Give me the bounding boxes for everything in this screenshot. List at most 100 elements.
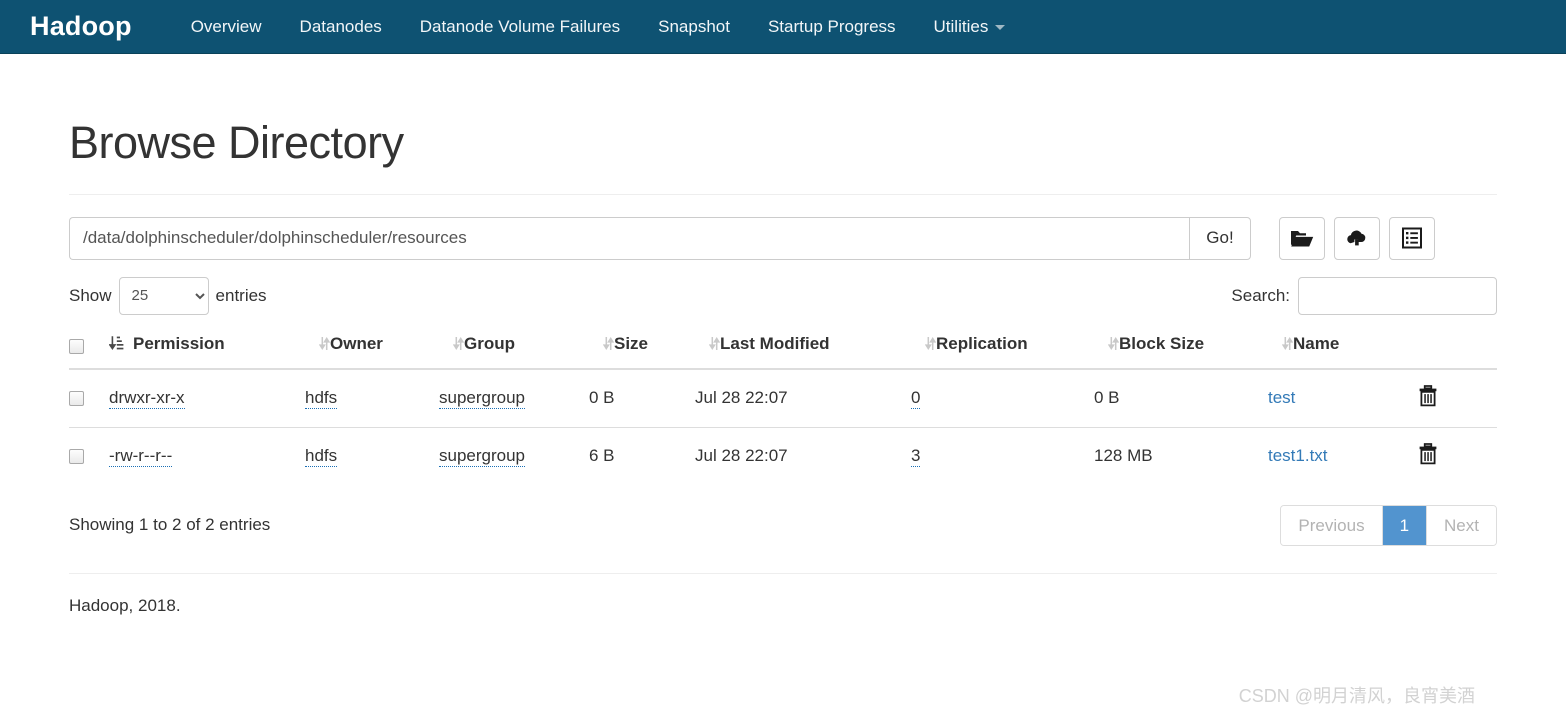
sort-icon [452, 336, 465, 356]
table-info: Showing 1 to 2 of 2 entries [69, 515, 271, 534]
cell-replication: 3 [911, 426, 1094, 485]
th-group[interactable]: Group [439, 325, 589, 370]
path-toolbar: Go! [69, 216, 1497, 260]
table-controls: Show 10 25 50 100 entries Search: [69, 276, 1497, 316]
nav-item-overview[interactable]: Overview [172, 0, 281, 54]
folder-open-icon [1290, 228, 1314, 248]
search-control: Search: [1231, 276, 1497, 315]
cell-last-modified: Jul 28 22:07 [695, 426, 911, 485]
show-label: Show [69, 285, 112, 305]
delete-row-button[interactable] [1418, 384, 1438, 410]
th-name-label: Name [1293, 333, 1340, 353]
cell-group: supergroup [439, 426, 589, 485]
chevron-down-icon [995, 24, 1006, 30]
page-footer: Hadoop, 2018. [69, 595, 181, 615]
sort-icon [1281, 336, 1294, 356]
cell-last-modified: Jul 28 22:07 [695, 388, 788, 407]
nav-item-datanode-volume-failures[interactable]: Datanode Volume Failures [401, 0, 639, 54]
th-block-size[interactable]: Block Size [1094, 325, 1268, 370]
replication-value[interactable]: 0 [911, 388, 921, 409]
th-delete [1418, 325, 1497, 370]
title-divider [69, 193, 1497, 195]
path-input[interactable] [69, 216, 1189, 260]
table-header-row: Permission Owner Group Size Last Modifie… [69, 325, 1497, 370]
cell-replication: 0 [911, 369, 1094, 428]
nav-item-utilities[interactable]: Utilities [915, 0, 1025, 54]
th-owner-label: Owner [330, 333, 383, 353]
select-all-checkbox[interactable] [69, 338, 84, 354]
file-name-link[interactable]: test1.txt [1268, 446, 1328, 465]
cell-delete [1418, 426, 1497, 485]
pagination-page-1[interactable]: 1 [1381, 505, 1427, 545]
folder-open-button[interactable] [1279, 216, 1325, 260]
th-block-size-label: Block Size [1119, 333, 1205, 353]
nav-item-utilities-label: Utilities [933, 16, 989, 36]
search-label: Search: [1231, 285, 1290, 305]
th-last-modified-label: Last Modified [720, 333, 830, 353]
cell-name: test1.txt [1268, 426, 1418, 485]
file-list-button[interactable] [1389, 216, 1435, 260]
cloud-upload-icon [1345, 228, 1369, 249]
length-control: Show 10 25 50 100 entries [69, 276, 267, 315]
toolbar-icon-group [1279, 216, 1435, 260]
table-row: -rw-r--r-- hdfs supergroup 6 B Jul 28 22… [69, 426, 1497, 485]
page-container: Browse Directory Go! [69, 54, 1497, 706]
group-value[interactable]: supergroup [439, 446, 526, 467]
file-list-icon [1401, 227, 1423, 249]
table-footer: Showing 1 to 2 of 2 entries Previous 1 N… [69, 504, 1497, 546]
nav-item-snapshot[interactable]: Snapshot [639, 0, 749, 54]
row-select-cell[interactable] [69, 426, 109, 485]
th-owner[interactable]: Owner [305, 325, 439, 370]
th-group-label: Group [464, 333, 515, 353]
file-name-link[interactable]: test [1268, 388, 1295, 407]
trash-icon [1418, 384, 1438, 410]
hadoop-brand-link[interactable]: Hadoop [30, 13, 132, 40]
csdn-watermark: CSDN @明月清风，良宵美酒 [1238, 685, 1475, 706]
pagination-previous[interactable]: Previous [1281, 505, 1382, 545]
pagination-next[interactable]: Next [1426, 505, 1496, 545]
row-checkbox[interactable] [69, 449, 84, 465]
trash-icon [1418, 442, 1438, 468]
delete-row-button[interactable] [1418, 442, 1438, 468]
owner-value[interactable]: hdfs [305, 446, 338, 467]
th-select-all[interactable] [69, 325, 109, 370]
row-select-cell[interactable] [69, 369, 109, 428]
page-length-select[interactable]: 10 25 50 100 [118, 276, 209, 315]
th-permission[interactable]: Permission [108, 325, 305, 370]
page-title: Browse Directory [69, 117, 404, 168]
entries-label: entries [215, 285, 267, 305]
group-value[interactable]: supergroup [439, 388, 526, 409]
files-table-body: drwxr-xr-x hdfs supergroup 0 B Jul 28 22… [69, 369, 1497, 485]
go-button[interactable]: Go! [1189, 216, 1251, 260]
cell-permission: drwxr-xr-x [109, 369, 305, 428]
path-input-group: Go! [69, 216, 1251, 260]
permission-value[interactable]: drwxr-xr-x [109, 388, 185, 409]
sort-amount-desc-icon [108, 335, 124, 356]
th-size[interactable]: Size [589, 325, 695, 370]
files-table-head: Permission Owner Group Size Last Modifie… [69, 325, 1497, 370]
cell-group: supergroup [439, 369, 589, 428]
th-last-modified[interactable]: Last Modified [695, 325, 911, 370]
sort-icon [924, 336, 937, 356]
permission-value[interactable]: -rw-r--r-- [109, 446, 173, 467]
cell-size: 6 B [589, 426, 695, 485]
search-input[interactable] [1298, 276, 1497, 315]
cell-block-size: 128 MB [1094, 426, 1268, 485]
nav-item-startup-progress[interactable]: Startup Progress [749, 0, 915, 54]
th-replication[interactable]: Replication [911, 325, 1094, 370]
main-navbar: Hadoop Overview Datanodes Datanode Volum… [0, 0, 1566, 54]
cloud-upload-button[interactable] [1334, 216, 1380, 260]
cell-name: test [1268, 369, 1418, 428]
files-table: Permission Owner Group Size Last Modifie… [69, 325, 1497, 485]
nav-item-datanodes[interactable]: Datanodes [281, 0, 401, 54]
row-checkbox[interactable] [69, 391, 84, 407]
owner-value[interactable]: hdfs [305, 388, 338, 409]
th-name[interactable]: Name [1268, 325, 1418, 370]
replication-value[interactable]: 3 [911, 446, 921, 467]
cell-block-size: 0 B [1094, 388, 1120, 407]
footer-divider [69, 572, 1497, 574]
th-permission-label: Permission [133, 333, 225, 353]
th-replication-label: Replication [936, 333, 1028, 353]
pagination: Previous 1 Next [1280, 504, 1497, 546]
cell-delete [1418, 369, 1497, 428]
